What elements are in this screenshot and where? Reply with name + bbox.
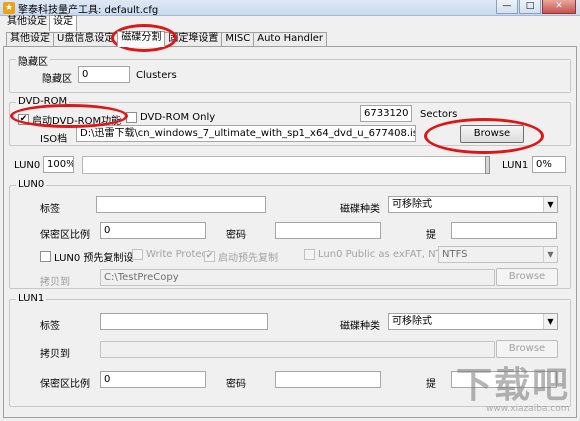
hidden-area-label: 隐藏区 bbox=[42, 74, 72, 85]
lun0-copy-to-input[interactable]: C:\TestPreCopy bbox=[100, 269, 495, 286]
clusters-unit-label: Clusters bbox=[136, 70, 177, 81]
lun1-copy-to-input[interactable] bbox=[100, 341, 495, 358]
lun0-copy-to-label: 拷贝到 bbox=[40, 277, 70, 288]
lun0-disk-type-select[interactable]: 可移除式 ▼ bbox=[388, 196, 558, 213]
chevron-down-icon: ▼ bbox=[543, 197, 557, 212]
lun1-password-input[interactable] bbox=[275, 371, 381, 388]
lun0-hint-label: 提 bbox=[426, 230, 436, 241]
maximize-button[interactable]: □ bbox=[519, 0, 541, 14]
lun0-hint-input[interactable] bbox=[451, 222, 557, 239]
checkmark-icon: ✔ bbox=[204, 251, 215, 262]
dvd-rom-only-label: DVD-ROM Only bbox=[140, 112, 216, 123]
sectors-input[interactable]: 6733120 bbox=[360, 105, 412, 122]
lun0-label-input[interactable] bbox=[96, 196, 266, 213]
sectors-label: Sectors bbox=[420, 109, 458, 120]
tab-fixed-port[interactable]: 固定埠设置 bbox=[164, 32, 223, 46]
slider-thumb[interactable] bbox=[485, 156, 490, 174]
lun0-disk-type-label: 磁碟种类 bbox=[340, 204, 380, 215]
window-title: 擎泰科技量产工具: default.cfg bbox=[18, 5, 159, 16]
watermark-url: www.xiazaiba.com bbox=[486, 404, 570, 414]
dvd-rom-legend: DVD-ROM bbox=[16, 96, 70, 107]
tab-misc[interactable]: MISC bbox=[221, 32, 255, 46]
chevron-down-icon: ▼ bbox=[543, 247, 557, 262]
lun1-label-input[interactable] bbox=[100, 313, 268, 330]
lun1-disk-type-value: 可移除式 bbox=[392, 316, 432, 327]
auto-precopy-checkbox[interactable]: ✔ 启动预先复制 bbox=[204, 249, 278, 264]
close-button[interactable]: ✕ bbox=[542, 0, 576, 14]
lun-split-slider[interactable] bbox=[82, 156, 490, 174]
hidden-area-input[interactable]: 0 bbox=[78, 66, 130, 83]
lun1-percent-input[interactable]: 0% bbox=[532, 156, 566, 173]
dvd-rom-only-checkbox[interactable]: DVD-ROM Only bbox=[126, 112, 215, 123]
lun0-precopy-checkbox[interactable]: LUN0 预先复制设 bbox=[40, 249, 133, 264]
lun0-secure-ratio-label: 保密区比例 bbox=[40, 230, 90, 241]
public-exfat-checkbox[interactable]: Lun0 Public as exFAT, NTFS bbox=[304, 249, 454, 260]
lun0-split-label: LUN0 bbox=[14, 160, 41, 171]
checkmark-icon: ✔ bbox=[18, 114, 29, 125]
lun0-label-label: 标签 bbox=[40, 204, 60, 215]
lun1-password-label: 密码 bbox=[226, 379, 246, 390]
lun0-browse-button[interactable]: Browse bbox=[496, 268, 558, 286]
lun0-password-input[interactable] bbox=[275, 222, 381, 239]
lun0-password-label: 密码 bbox=[226, 230, 246, 241]
lun1-label-label: 标签 bbox=[40, 321, 60, 332]
filesystem-select[interactable]: NTFS ▼ bbox=[438, 246, 558, 263]
hidden-area-legend: 隐藏区 bbox=[16, 53, 50, 68]
dvd-rom-group: DVD-ROM ✔ 启动DVD-ROM功能 DVD-ROM Only 67331… bbox=[9, 96, 571, 146]
title-bar: ★ 擎泰科技量产工具: default.cfg — □ ✕ bbox=[0, 0, 580, 16]
minimize-button[interactable]: — bbox=[496, 0, 518, 14]
hidden-area-group: 隐藏区 隐藏区 0 Clusters bbox=[9, 53, 571, 93]
app-icon: ★ bbox=[3, 2, 15, 14]
dvd-browse-button[interactable]: Browse bbox=[460, 125, 524, 143]
tab-other-settings-top[interactable]: 其他设定 bbox=[4, 16, 50, 30]
write-protect-checkbox[interactable]: Write Protect bbox=[132, 249, 211, 260]
lun1-disk-type-select[interactable]: 可移除式 ▼ bbox=[388, 313, 558, 330]
lun0-legend: LUN0 bbox=[16, 179, 47, 190]
iso-path-input[interactable]: D:\迅雷下载\cn_windows_7_ultimate_with_sp1_x… bbox=[76, 125, 416, 142]
filesystem-value: NTFS bbox=[442, 249, 468, 260]
chevron-down-icon: ▼ bbox=[543, 314, 557, 329]
lun0-precopy-label: LUN0 预先复制设 bbox=[54, 253, 134, 264]
lun0-disk-type-value: 可移除式 bbox=[392, 199, 432, 210]
public-exfat-label: Lun0 Public as exFAT, NTFS bbox=[318, 249, 454, 260]
auto-precopy-label: 启动预先复制 bbox=[218, 253, 278, 264]
lun0-secure-ratio-input[interactable]: 0 bbox=[100, 222, 206, 239]
tab-usb-info[interactable]: U盘信息设定 bbox=[53, 32, 119, 46]
write-protect-label: Write Protect bbox=[146, 249, 211, 260]
lun1-secure-ratio-label: 保密区比例 bbox=[40, 379, 90, 390]
lun1-secure-ratio-input[interactable]: 0 bbox=[100, 371, 206, 388]
lun1-disk-type-label: 磁碟种类 bbox=[340, 321, 380, 332]
watermark-logo: 下载吧 bbox=[456, 365, 571, 406]
iso-label: ISO档 bbox=[40, 134, 68, 145]
tab-auto-handler[interactable]: Auto Handler bbox=[253, 32, 328, 46]
lun1-hint-label: 提 bbox=[426, 379, 436, 390]
lun0-percent-input[interactable]: 100% bbox=[43, 156, 74, 173]
sub-tab-bar: 其他设定 U盘信息设定 磁碟分割 固定埠设置 MISC Auto Handler bbox=[6, 31, 328, 47]
lun1-split-label: LUN1 bbox=[502, 160, 529, 171]
tab-partition[interactable]: 磁碟分割 bbox=[117, 31, 166, 47]
tab-settings[interactable]: 设定 bbox=[49, 15, 77, 31]
tab-other-settings[interactable]: 其他设定 bbox=[6, 32, 54, 46]
lun1-legend: LUN1 bbox=[16, 293, 47, 304]
top-tab-bar: 其他设定 设定 bbox=[4, 15, 77, 31]
lun0-group: LUN0 标签 磁碟种类 可移除式 ▼ 保密区比例 0 密码 提 LUN0 预先… bbox=[9, 179, 571, 289]
lun1-copy-to-label: 拷贝到 bbox=[40, 349, 70, 360]
